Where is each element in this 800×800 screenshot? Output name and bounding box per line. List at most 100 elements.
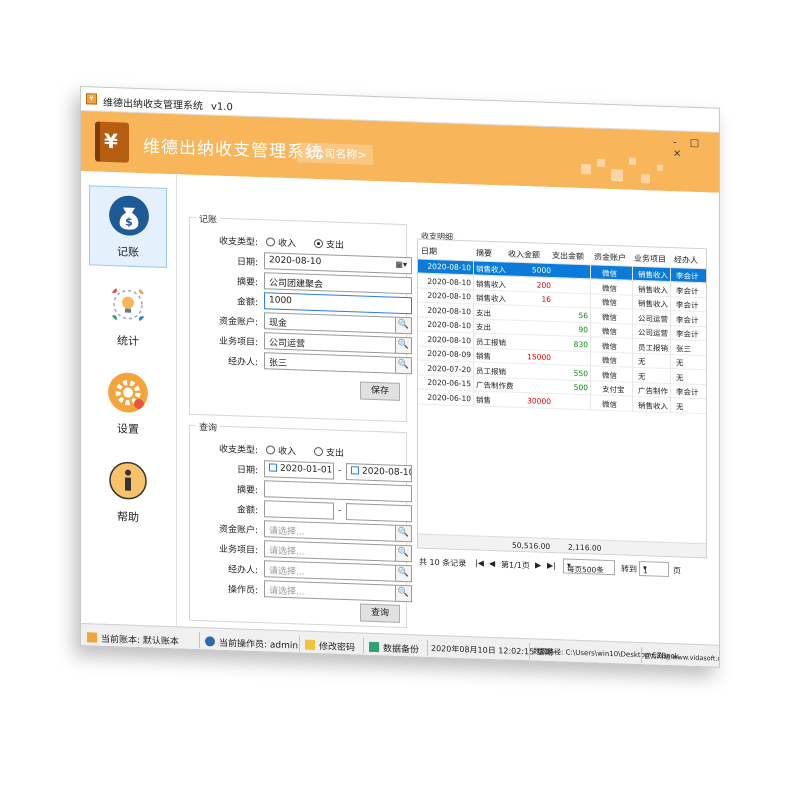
data-backup-text: 数据备份 — [383, 644, 420, 656]
change-password-button[interactable]: 修改密码 — [305, 639, 355, 653]
page-size-value: 每页500条 — [567, 564, 604, 575]
ledger-icon — [87, 632, 97, 643]
ledger-text: 当前账本: 默认账本 — [101, 634, 179, 648]
column-header-account[interactable]: 资金账户 — [594, 251, 626, 263]
cell-income — [513, 323, 551, 324]
company-name: <公司名称> — [297, 142, 374, 165]
sidebar-item-settings[interactable]: 设置 — [89, 363, 167, 446]
query-date-from[interactable]: 2020-01-01 — [264, 460, 334, 480]
cell-handler: 无 — [676, 401, 684, 412]
checkbox[interactable] — [269, 463, 277, 472]
column-header-income[interactable]: 收入金额 — [508, 249, 540, 261]
search-icon[interactable]: 🔍 — [395, 336, 412, 355]
query-operator-label: 操作员: — [227, 585, 258, 597]
cell-handler: 李会计 — [676, 285, 699, 296]
save-button[interactable]: 保存 — [360, 381, 400, 401]
search-icon[interactable]: 🔍 — [395, 316, 412, 335]
entry-date-label: 日期: — [236, 257, 258, 269]
entry-handler-label: 经办人: — [227, 357, 258, 369]
minimize-button[interactable]: - — [673, 137, 677, 148]
query-expense-radio[interactable]: 支出 — [314, 445, 344, 459]
query-date-to[interactable]: 2020-08-10 — [346, 463, 412, 483]
cell-handler: 无 — [676, 372, 684, 383]
query-income-radio[interactable]: 收入 — [266, 443, 296, 457]
cell-project: 无 — [638, 371, 646, 381]
query-group-title: 查询 — [196, 419, 221, 434]
radio-label: 收入 — [278, 446, 297, 458]
cell-summary: 支出 — [476, 322, 491, 332]
prev-page-button[interactable]: ◀ — [489, 559, 495, 568]
cell-date: 2020-08-10 — [427, 290, 471, 302]
status-separator — [529, 643, 530, 660]
search-button[interactable]: 查询 — [360, 603, 400, 623]
goto-label: 转到 — [621, 564, 637, 574]
grid-line — [670, 268, 671, 414]
entry-expense-radio[interactable]: 支出 — [314, 237, 344, 251]
column-header-date[interactable]: 日期 — [421, 246, 437, 258]
cell-project: 销售收入 — [638, 284, 668, 295]
search-icon[interactable]: 🔍 — [395, 544, 412, 563]
cell-handler: 李会计 — [676, 387, 699, 398]
cell-income — [513, 381, 551, 382]
column-header-expense[interactable]: 支出金额 — [552, 250, 584, 262]
search-icon[interactable]: 🔍 — [395, 524, 412, 543]
entry-date-picker[interactable]: 2020-08-10 ▦▾ — [264, 252, 412, 275]
maximize-button[interactable]: □ — [690, 138, 699, 149]
lightbulb-icon — [111, 287, 145, 323]
query-type-label: 收支类型: — [218, 444, 258, 457]
page-indicator: 第1/1页 — [501, 560, 530, 571]
column-header-project[interactable]: 业务项目 — [634, 253, 666, 265]
cell-income: 30000 — [527, 395, 551, 406]
sidebar-item-help[interactable]: 帮助 — [89, 451, 167, 534]
entry-income-radio[interactable]: 收入 — [266, 235, 296, 249]
search-icon[interactable]: 🔍 — [395, 584, 412, 603]
entry-handler-input[interactable]: 张三 — [264, 352, 396, 374]
cell-summary: 支出 — [476, 307, 491, 318]
checkbox[interactable] — [351, 466, 359, 475]
radio-circle — [314, 446, 323, 457]
query-amount-min[interactable] — [264, 500, 334, 520]
entry-account-input[interactable]: 现金 — [264, 312, 396, 334]
cell-expense — [548, 295, 588, 296]
ledger-book-icon: ¥ — [95, 121, 129, 163]
cell-summary: 员工报销 — [476, 336, 506, 347]
entry-amount-input[interactable]: 1000 — [264, 292, 412, 315]
query-amount-max[interactable] — [346, 503, 412, 523]
entry-summary-input[interactable]: 公司团建聚会 — [264, 272, 412, 295]
cell-expense: 550 — [573, 368, 588, 378]
data-backup-button[interactable]: 数据备份 — [369, 641, 419, 656]
first-page-button[interactable]: |◀ — [475, 558, 484, 567]
cell-income: 5000 — [531, 265, 551, 276]
column-header-summary[interactable]: 摘要 — [476, 247, 492, 259]
sidebar-item-statistics[interactable]: 统计 — [89, 275, 167, 358]
next-page-button[interactable]: ▶ — [535, 560, 541, 569]
status-separator — [363, 637, 364, 654]
query-account-input[interactable]: 请选择... — [264, 520, 396, 542]
website-link[interactable]: 官方网站:www.vidasoft.com — [644, 650, 720, 663]
cell-date: 2020-06-15 — [427, 377, 471, 389]
money-bag-icon: $ — [109, 195, 149, 236]
sidebar-item-bookkeeping[interactable]: $ 记账 — [89, 185, 167, 268]
query-summary-input[interactable] — [264, 480, 412, 503]
search-icon[interactable]: 🔍 — [395, 564, 412, 583]
entry-group-title: 记账 — [196, 211, 221, 226]
query-operator-input[interactable]: 请选择... — [264, 580, 396, 602]
radio-label: 支出 — [326, 240, 345, 251]
column-header-handler[interactable]: 经办人 — [674, 254, 698, 266]
query-handler-input[interactable]: 请选择... — [264, 560, 396, 582]
calendar-icon[interactable]: ▦▾ — [395, 260, 407, 269]
decor-pixel — [657, 164, 663, 171]
user-icon — [205, 636, 215, 647]
entry-project-input[interactable]: 公司运营 — [264, 332, 396, 354]
cell-account: 微信 — [602, 268, 617, 279]
page-size-select[interactable]: 每页500条 ▾ — [563, 558, 615, 576]
goto-page-select[interactable]: 1 ▾ — [639, 561, 669, 578]
radio-circle — [266, 445, 275, 455]
close-button[interactable]: × — [673, 148, 681, 159]
cell-expense — [548, 266, 588, 267]
search-icon[interactable]: 🔍 — [395, 356, 412, 375]
backup-icon — [369, 641, 379, 653]
query-project-input[interactable]: 请选择... — [264, 540, 396, 562]
last-page-button[interactable]: ▶| — [547, 561, 556, 570]
logo-glyph: ¥ — [104, 128, 118, 154]
